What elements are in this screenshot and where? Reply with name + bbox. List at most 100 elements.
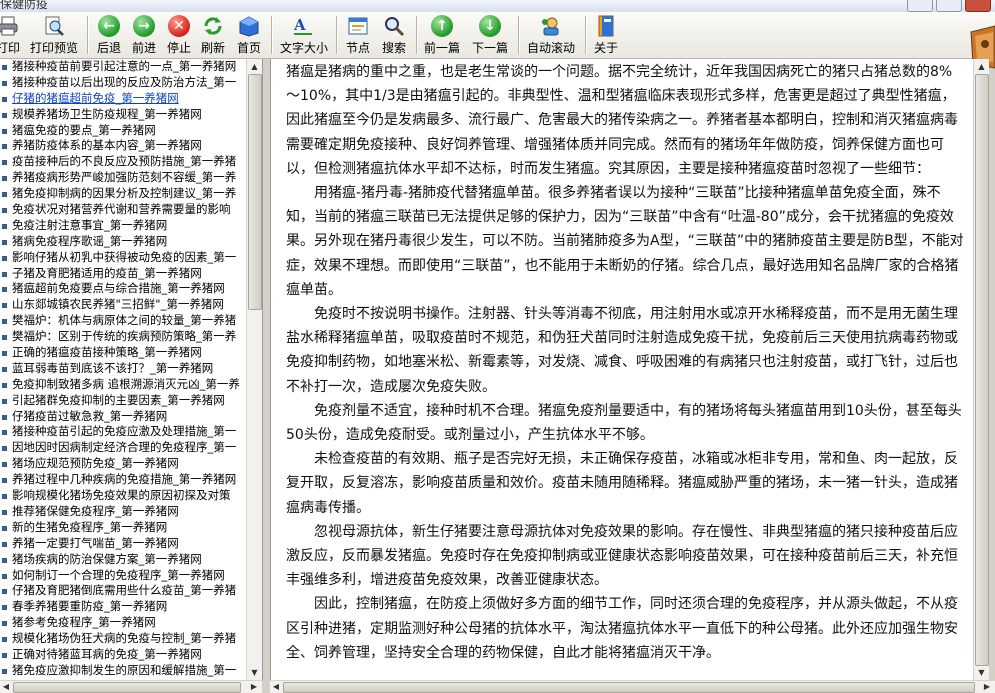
list-item-label: 猪接种疫苗引起的免疫应激及处理措施_第一 xyxy=(12,424,237,439)
list-item[interactable]: 因地因时因病制定经济合理的免疫程序_第一 xyxy=(0,440,246,456)
next-article-icon: ↓ xyxy=(478,14,502,38)
font-size-label: 文字大小 xyxy=(280,41,329,55)
stop-button[interactable]: ✕ 停止 xyxy=(167,14,191,58)
list-item[interactable]: 子猪及育肥猪适用的疫苗_第一养猪网 xyxy=(0,266,246,282)
scroll-right-arrow-icon[interactable]: ▶ xyxy=(981,681,993,693)
node-button[interactable]: 节点 xyxy=(346,14,370,58)
article-icon xyxy=(2,366,7,372)
list-item[interactable]: 猪免疫应激抑制发生的原因和缓解措施_第一 xyxy=(0,663,246,679)
search-button[interactable]: 搜索 xyxy=(382,14,406,58)
article-icon xyxy=(2,652,7,658)
scroll-down-arrow-icon[interactable]: ▼ xyxy=(247,665,262,680)
list-item[interactable]: 免疫状况对猪营养代谢和营养需要量的影响 xyxy=(0,202,246,218)
maximize-button[interactable] xyxy=(936,0,962,12)
article-list-scrollbar[interactable]: ▲ ▼ xyxy=(246,59,262,680)
scroll-down-arrow-icon[interactable]: ▼ xyxy=(974,665,989,680)
list-item[interactable]: 养猪过程中几种疾病的免疫措施_第一养猪网 xyxy=(0,472,246,488)
list-item[interactable]: 樊福炉：机体与病原体之间的较量_第一养猪 xyxy=(0,313,246,329)
list-item[interactable]: 规模化猪场伪狂犬病的免疫与控制_第一养猪 xyxy=(0,631,246,647)
horizontal-scrollbar-thumb[interactable] xyxy=(283,682,975,693)
list-item[interactable]: 猪参考免疫程序_第一养猪网 xyxy=(0,615,246,631)
list-item[interactable]: 猪瘟免疫的要点_第一养猪网 xyxy=(0,123,246,139)
list-item[interactable]: 猪接种疫苗引起的免疫应激及处理措施_第一 xyxy=(0,424,246,440)
scroll-up-arrow-icon[interactable]: ▲ xyxy=(974,59,989,74)
minimize-button[interactable] xyxy=(907,0,933,12)
home-label: 首页 xyxy=(237,41,262,55)
next-article-button[interactable]: ↓ 下一篇 xyxy=(472,14,508,58)
previous-article-button[interactable]: ↑ 前一篇 xyxy=(424,14,460,58)
list-item[interactable]: 春季养猪要重防疫_第一养猪网 xyxy=(0,599,246,615)
list-item[interactable]: 养猪一定要打气喘苗_第一养猪网 xyxy=(0,536,246,552)
list-item[interactable]: 如何制订一个合理的免疫程序_第一养猪网 xyxy=(0,568,246,584)
article-icon xyxy=(2,605,7,611)
article-paragraph: 免疫剂量不适宜，接种时机不合理。猪瘟免疫剂量要适中，有的猪场将每头猪瘟苗用到10… xyxy=(286,402,962,444)
list-item[interactable]: 猪病免疫程序歌谣_第一养猪网 xyxy=(0,234,246,250)
list-item[interactable]: 免疫抑制致猪多病 追根溯源消灭元凶_第一养 xyxy=(0,377,246,393)
back-button[interactable]: ← 后退 xyxy=(97,14,121,58)
list-item[interactable]: 猪接种疫苗以后出现的反应及防治方法_第一 xyxy=(0,75,246,91)
list-item[interactable]: 猪场疾病的防治保健方案_第一养猪网 xyxy=(0,552,246,568)
list-item-label: 猪免疫应激抑制发生的原因和缓解措施_第一 xyxy=(12,662,237,677)
horizontal-scrollbar-thumb[interactable] xyxy=(13,682,241,693)
article-icon xyxy=(2,414,7,420)
refresh-button[interactable]: 刷新 xyxy=(201,14,225,58)
list-item[interactable]: 新的生猪免疫程序_第一养猪网 xyxy=(0,520,246,536)
article-scrollbar[interactable]: ▲ ▼ xyxy=(973,59,989,680)
auto-scroll-button[interactable]: 自动滚动 xyxy=(527,14,575,58)
print-preview-button[interactable]: 打印预览 xyxy=(30,14,78,58)
forward-button[interactable]: → 前进 xyxy=(132,14,156,58)
list-item[interactable]: 影响规模化猪场免疫效果的原因初探及对策 xyxy=(0,488,246,504)
list-item[interactable]: 免疫注射注意事宜_第一养猪网 xyxy=(0,218,246,234)
article-icon xyxy=(2,478,7,484)
list-item[interactable]: 仔猪疫苗过敏急救_第一养猪网 xyxy=(0,409,246,425)
list-item[interactable]: 仔猪的猪瘟超前免疫_第一养猪网 xyxy=(0,91,246,107)
scroll-up-arrow-icon[interactable]: ▲ xyxy=(247,59,262,74)
list-item[interactable]: 养猪防疫体系的基本内容_第一养猪网 xyxy=(0,138,246,154)
list-item[interactable]: 疫苗接种后的不良反应及预防措施_第一养猪 xyxy=(0,154,246,170)
search-icon xyxy=(382,14,406,38)
list-item[interactable]: 樊福炉：区别于传统的疾病预防策略_第一养 xyxy=(0,329,246,345)
list-item[interactable]: 引起猪群免疫抑制的主要因素_第一养猪网 xyxy=(0,393,246,409)
list-item-label: 猪免疫抑制病的因果分析及控制建议_第一养 xyxy=(12,186,237,201)
list-item[interactable]: 推荐猪保健免疫程序_第一养猪网 xyxy=(0,504,246,520)
toolbar-separator xyxy=(271,16,273,54)
list-item[interactable]: 正确的猪瘟疫苗接种策略_第一养猪网 xyxy=(0,345,246,361)
about-button[interactable]: 关于 xyxy=(594,14,618,58)
scroll-left-arrow-icon[interactable]: ◀ xyxy=(270,681,282,693)
list-item-label: 正确对待猪蓝耳病的免疫_第一养猪网 xyxy=(12,646,202,661)
list-item[interactable]: 影响仔猪从初乳中获得被动免疫的因素_第一 xyxy=(0,250,246,266)
list-item[interactable]: 猪免疫抑制病的因果分析及控制建议_第一养 xyxy=(0,186,246,202)
article-list-horizontal-scrollbar[interactable]: ◀ ▶ xyxy=(0,680,262,693)
article-icon xyxy=(2,621,7,627)
list-item[interactable]: 养猪疫病形势严峻加强防范刻不容缓_第一养 xyxy=(0,170,246,186)
scrollbar-thumb[interactable] xyxy=(248,74,262,310)
print-button[interactable]: 打印 xyxy=(0,14,20,58)
list-item[interactable]: 规模养猪场卫生防疫规程_第一养猪网 xyxy=(0,107,246,123)
scroll-right-arrow-icon[interactable]: ▶ xyxy=(248,681,260,693)
article-icon xyxy=(2,80,7,86)
list-item[interactable]: 蓝耳弱毒苗到底该不该打？_第一养猪网 xyxy=(0,361,246,377)
list-item-label: 正确的猪瘟疫苗接种策略_第一养猪网 xyxy=(12,345,202,360)
home-button[interactable]: 首页 xyxy=(237,14,261,58)
article-icon xyxy=(2,208,7,214)
scrollbar-thumb[interactable] xyxy=(975,74,989,666)
list-item[interactable]: 仔猪及育肥猪倒底需用些什么疫苗_第一养猪 xyxy=(0,583,246,599)
list-item[interactable]: 猪接种疫苗前要引起注意的一点_第一养猪网 xyxy=(0,59,246,75)
list-item[interactable]: 猪场应规范预防免疫_第一养猪网 xyxy=(0,456,246,472)
close-window-button[interactable] xyxy=(965,0,991,12)
article-paragraph: 因此，控制猪瘟，在防疫上须做好多方面的细节工作，同时还须合理的免疫程序，并从源头… xyxy=(286,596,958,661)
list-item[interactable]: 正确对待猪蓝耳病的免疫_第一养猪网 xyxy=(0,647,246,663)
list-item-label: 免疫状况对猪营养代谢和营养需要量的影响 xyxy=(12,202,231,217)
list-item-label: 春季养猪要重防疫_第一养猪网 xyxy=(12,599,168,614)
list-item-label: 仔猪的猪瘟超前免疫_第一养猪网 xyxy=(12,90,179,105)
article-icon xyxy=(2,430,7,436)
toolbar-separator xyxy=(87,16,89,54)
list-item[interactable]: 山东郯城镇农民养猪"三招鲜"_第一养猪网 xyxy=(0,297,246,313)
list-item-label: 影响规模化猪场免疫效果的原因初探及对策 xyxy=(12,488,231,503)
list-item-label: 规模养猪场卫生防疫规程_第一养猪网 xyxy=(12,106,202,121)
font-size-button[interactable]: A 文字大小 xyxy=(280,14,328,58)
scroll-left-arrow-icon[interactable]: ◀ xyxy=(0,681,12,693)
list-item[interactable]: 猪瘟超前免疫要点与综合措施_第一养猪网 xyxy=(0,281,246,297)
article-horizontal-scrollbar[interactable]: ◀ ▶ xyxy=(270,680,995,693)
article-icon xyxy=(2,382,7,388)
